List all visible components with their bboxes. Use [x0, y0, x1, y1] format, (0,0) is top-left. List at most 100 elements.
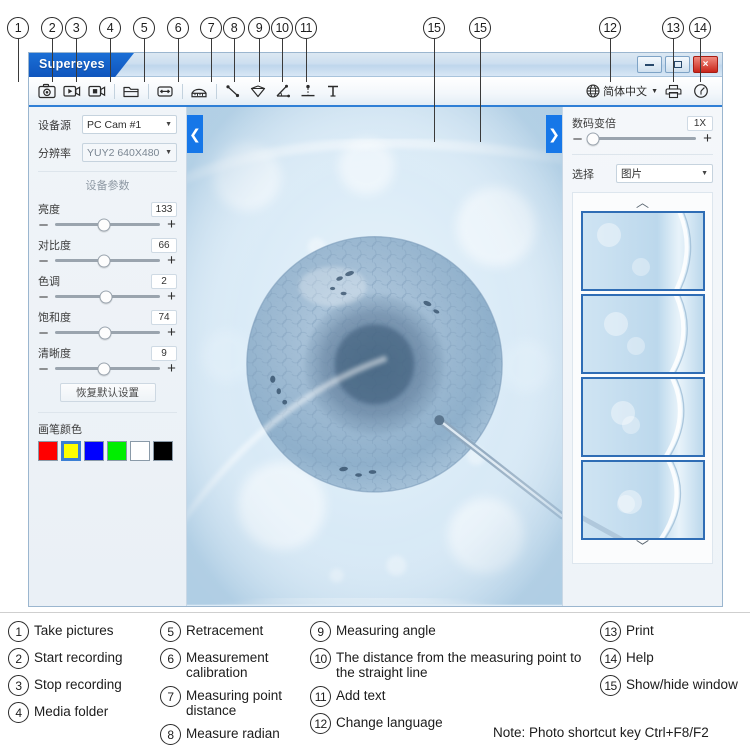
- slider-group-4: 清晰度 9– +: [38, 345, 177, 376]
- slider-group-1: 对比度 66– +: [38, 237, 177, 268]
- point-distance-icon: [226, 85, 240, 98]
- callout-leader-line: [211, 39, 213, 82]
- close-button[interactable]: ×: [693, 56, 718, 73]
- start-recording-button[interactable]: [60, 79, 84, 103]
- minimize-button[interactable]: [637, 56, 662, 73]
- thumbnail-item[interactable]: [580, 377, 705, 457]
- slider-decrease-button[interactable]: –: [38, 361, 49, 376]
- slider-label: 饱和度: [38, 312, 71, 324]
- pen-color-green[interactable]: [107, 441, 127, 461]
- legend-item-11: 11 Add text: [310, 686, 585, 707]
- pen-color-red[interactable]: [38, 441, 58, 461]
- print-button[interactable]: [661, 79, 685, 103]
- measuring-angle-button[interactable]: [271, 79, 295, 103]
- slider-increase-button[interactable]: +: [166, 325, 177, 340]
- stop-recording-button[interactable]: [85, 79, 109, 103]
- slider-track[interactable]: [55, 254, 160, 267]
- slider-group-2: 色调 2– +: [38, 273, 177, 304]
- video-preview-area[interactable]: ❮ ❯: [187, 107, 562, 606]
- slider-group-0: 亮度 133– +: [38, 201, 177, 232]
- maximize-button[interactable]: [665, 56, 690, 73]
- slider-track[interactable]: [55, 362, 160, 375]
- legend-text: Change language: [336, 715, 443, 730]
- measure-radian-button[interactable]: [246, 79, 270, 103]
- toolbar-separator: [182, 83, 183, 99]
- pen-color-blue[interactable]: [84, 441, 104, 461]
- legend-number: 3: [8, 675, 29, 696]
- toolbar-right-group: 简体中文 ▼: [586, 79, 716, 103]
- chevron-down-icon: ▼: [701, 170, 708, 177]
- zoom-increase-button[interactable]: +: [702, 131, 713, 146]
- slider-decrease-button[interactable]: –: [38, 325, 49, 340]
- chevron-down-icon: ▼: [165, 149, 172, 156]
- scroll-up-icon[interactable]: ︿: [636, 196, 649, 211]
- toolbar-separator: [114, 83, 115, 99]
- slider-increase-button[interactable]: +: [166, 361, 177, 376]
- slider-increase-button[interactable]: +: [166, 217, 177, 232]
- chevron-down-icon[interactable]: ▼: [651, 88, 658, 95]
- zoom-slider-thumb[interactable]: [586, 132, 600, 145]
- slider-label: 色调: [38, 276, 60, 288]
- media-type-select[interactable]: 图片 ▼: [616, 164, 713, 183]
- digital-zoom-slider[interactable]: – +: [572, 131, 713, 146]
- callout-4-3: 4: [99, 17, 121, 39]
- legend-column-3: 13 Print 14 Help 15 Show/hide window: [600, 621, 750, 702]
- pen-color-white[interactable]: [130, 441, 150, 461]
- measuring-point-distance-button[interactable]: [221, 79, 245, 103]
- select-row: 选择 图片 ▼: [572, 164, 713, 183]
- slider-control[interactable]: – +: [38, 217, 177, 232]
- pen-color-yellow[interactable]: [61, 441, 81, 461]
- device-source-select[interactable]: PC Cam #1 ▼: [82, 115, 177, 134]
- slider-control[interactable]: – +: [38, 361, 177, 376]
- slider-decrease-button[interactable]: –: [38, 253, 49, 268]
- thumbnail-item[interactable]: [580, 294, 705, 374]
- scroll-down-icon[interactable]: ﹀: [636, 540, 649, 555]
- point-to-line-distance-button[interactable]: [296, 79, 320, 103]
- slider-track[interactable]: [55, 326, 160, 339]
- add-text-button[interactable]: [321, 79, 345, 103]
- slider-label: 清晰度: [38, 348, 71, 360]
- measurement-calibration-button[interactable]: [187, 79, 211, 103]
- help-button[interactable]: [689, 79, 713, 103]
- thumbnail-item[interactable]: [580, 211, 705, 291]
- slider-increase-button[interactable]: +: [166, 253, 177, 268]
- take-pictures-button[interactable]: [35, 79, 59, 103]
- callout-leader-line: [259, 39, 261, 82]
- callout-1-0: 1: [7, 17, 29, 39]
- resolution-select[interactable]: YUY2 640X480 ▼: [82, 143, 177, 162]
- slider-thumb[interactable]: [99, 290, 113, 303]
- show-hide-left-panel-toggle[interactable]: ❮: [187, 115, 203, 153]
- slider-thumb[interactable]: [97, 362, 111, 375]
- callout-leader-line: [144, 39, 146, 82]
- callout-6-5: 6: [167, 17, 189, 39]
- legend-number: 2: [8, 648, 29, 669]
- slider-thumb[interactable]: [98, 326, 112, 339]
- zoom-slider-track[interactable]: [586, 132, 696, 145]
- slider-control[interactable]: – +: [38, 325, 177, 340]
- restore-defaults-button[interactable]: 恢复默认设置: [59, 383, 156, 402]
- slider-control[interactable]: – +: [38, 253, 177, 268]
- legend-item-6: 6 Measurement calibration: [160, 648, 325, 680]
- slider-decrease-button[interactable]: –: [38, 289, 49, 304]
- media-folder-button[interactable]: [119, 79, 143, 103]
- slider-decrease-button[interactable]: –: [38, 217, 49, 232]
- language-selector[interactable]: 简体中文: [603, 83, 647, 99]
- digital-zoom-label: 数码变倍: [572, 118, 616, 130]
- callout-leader-line: [76, 39, 78, 82]
- slider-thumb[interactable]: [97, 218, 111, 231]
- slider-increase-button[interactable]: +: [166, 289, 177, 304]
- pen-color-black[interactable]: [153, 441, 173, 461]
- show-hide-right-panel-toggle[interactable]: ❯: [546, 115, 562, 153]
- slider-thumb[interactable]: [97, 254, 111, 267]
- device-source-row: 设备源 PC Cam #1 ▼: [38, 115, 177, 134]
- slider-control[interactable]: – +: [38, 289, 177, 304]
- thumbnail-item[interactable]: [580, 460, 705, 540]
- zoom-decrease-button[interactable]: –: [572, 131, 583, 146]
- callout-2-1: 2: [41, 17, 63, 39]
- microscope-live-image: [187, 107, 562, 605]
- retracement-button[interactable]: [153, 79, 177, 103]
- callout-leader-line: [234, 39, 236, 82]
- callout-15-11: 15: [423, 17, 445, 39]
- slider-track[interactable]: [55, 290, 160, 303]
- slider-track[interactable]: [55, 218, 160, 231]
